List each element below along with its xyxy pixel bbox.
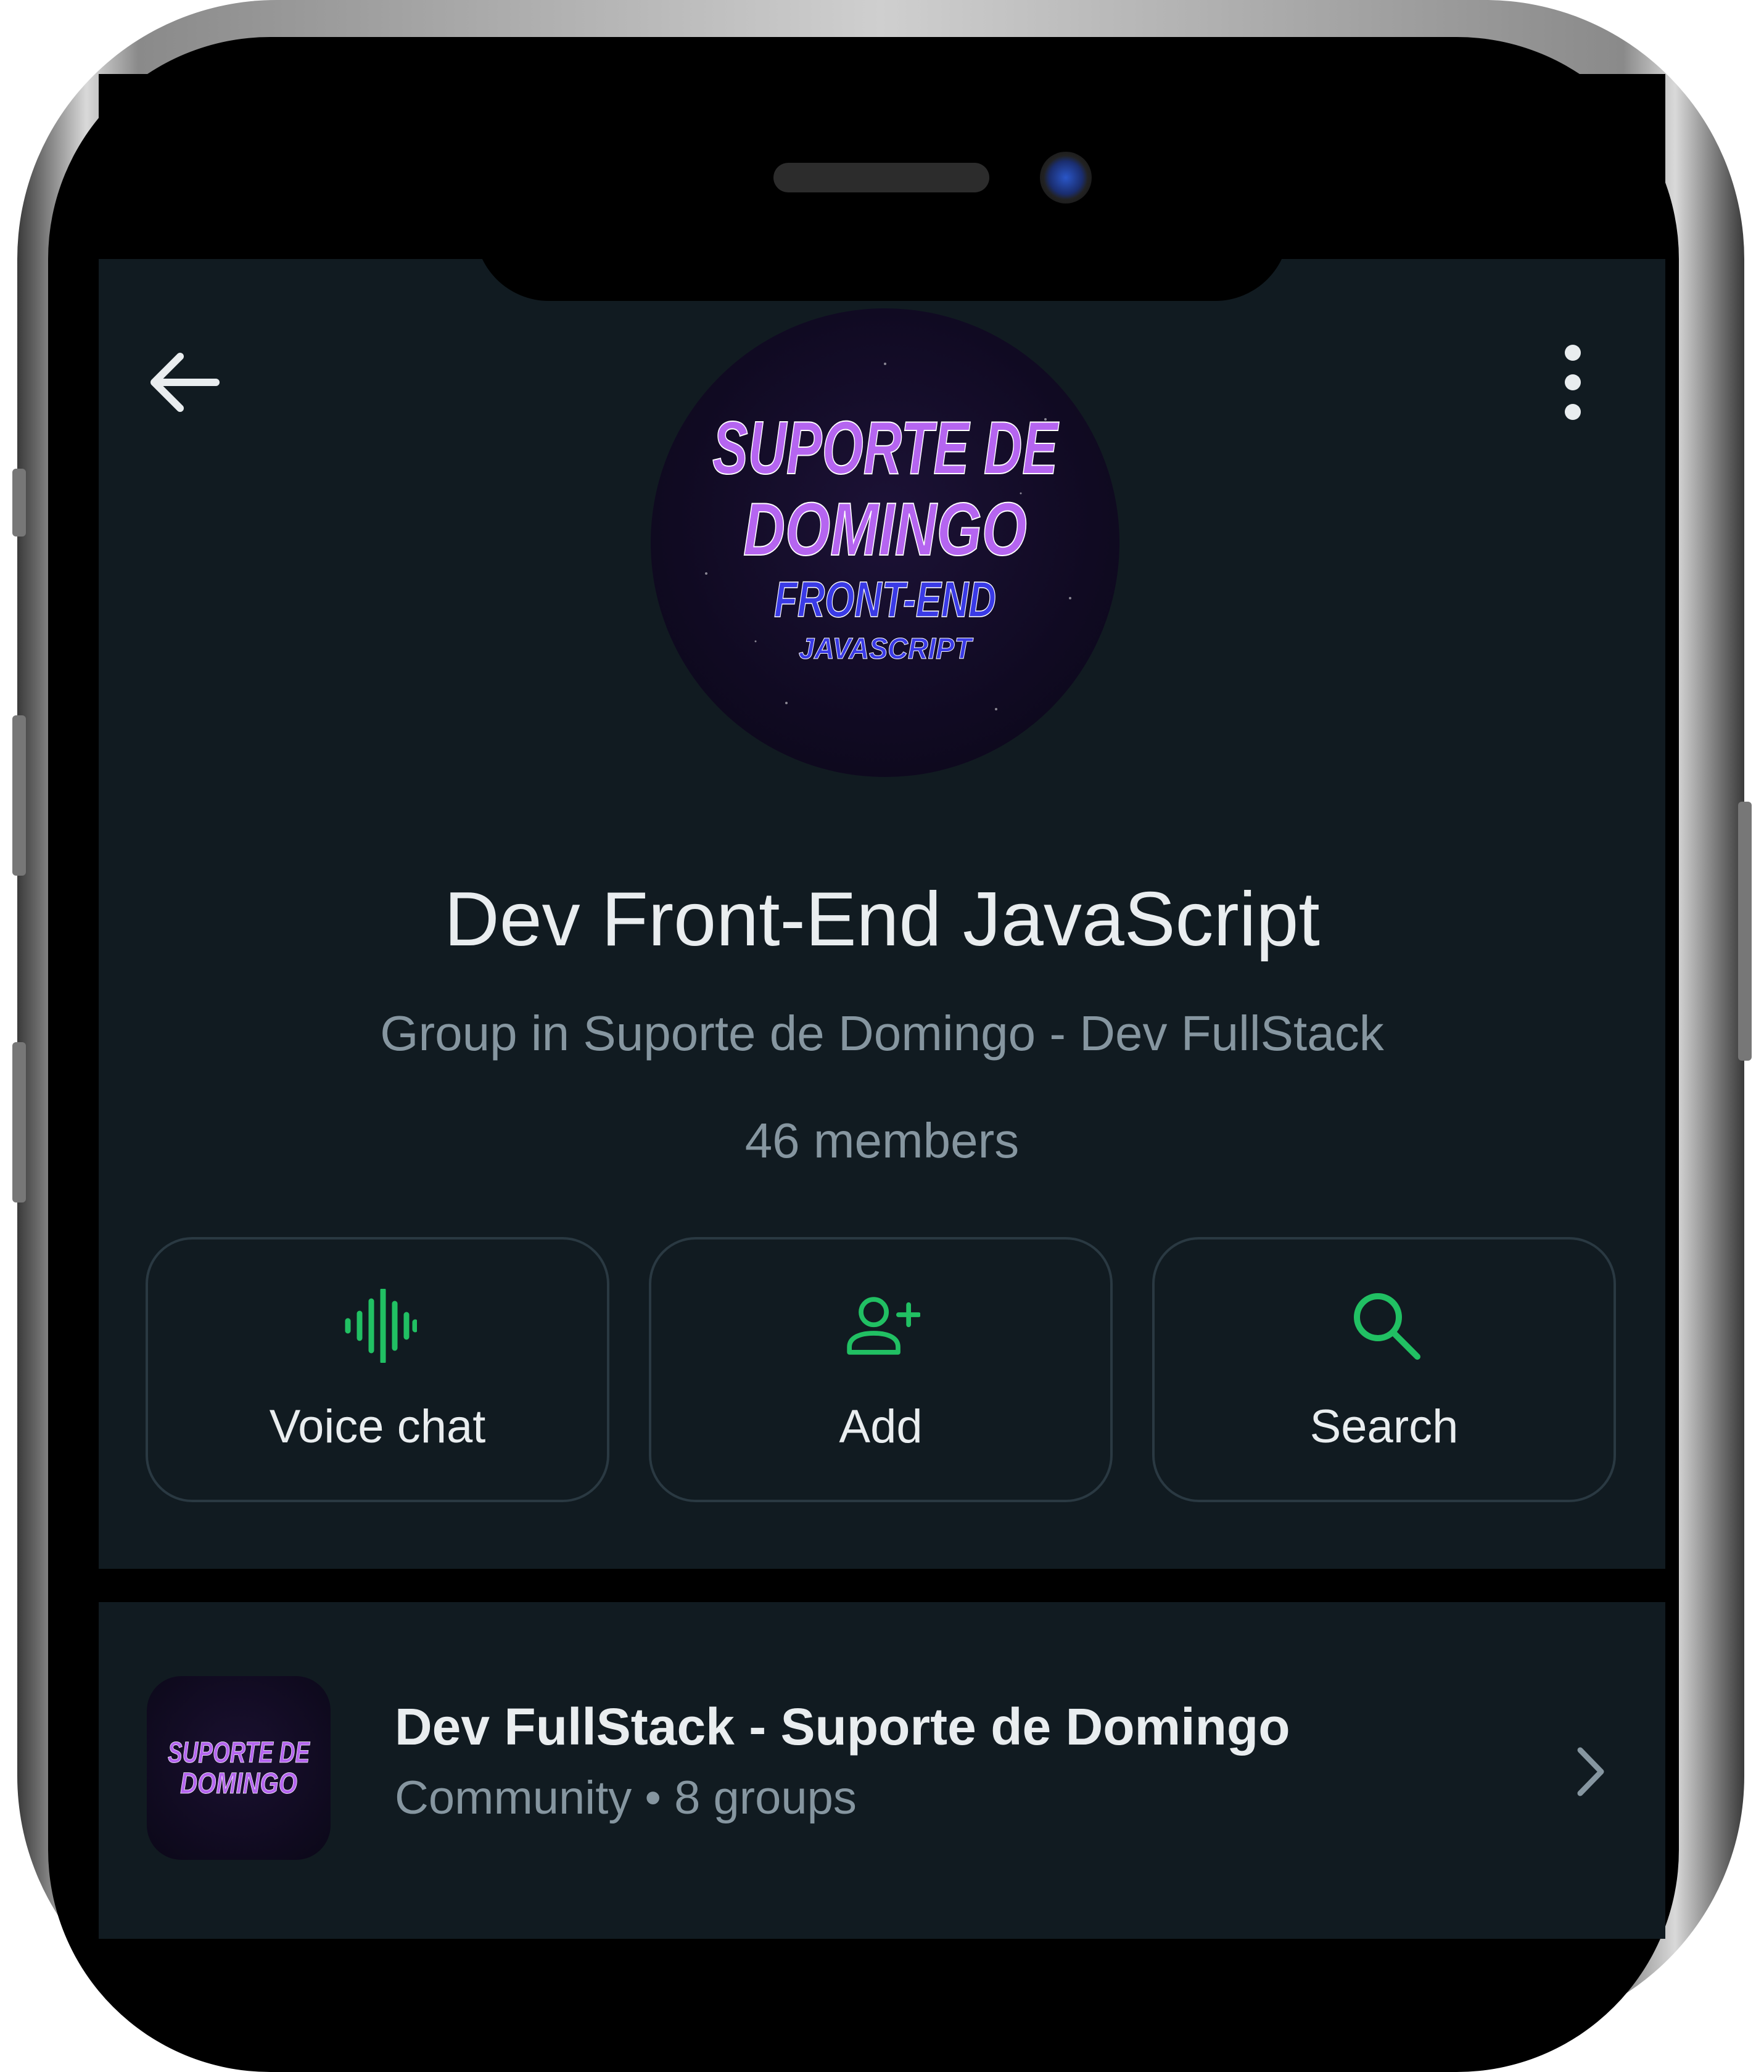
earpiece-speaker [773, 163, 989, 192]
search-icon [1354, 1293, 1420, 1360]
add-member-label: Add [839, 1400, 923, 1453]
side-button-power [1738, 802, 1752, 1061]
group-subtitle[interactable]: Group in Suporte de Domingo - Dev FullSt… [99, 1005, 1665, 1062]
arrow-left-icon [150, 353, 220, 412]
group-avatar[interactable]: SUPORTE DE DOMINGO FRONT-END JAVASCRIPT [651, 308, 1119, 777]
group-title: Dev Front-End JavaScript [444, 877, 1320, 962]
avatar-line-3: FRONT-END [774, 572, 996, 628]
avatar-line-1: SUPORTE DE [712, 406, 1060, 490]
group-info-screen: SUPORTE DE DOMINGO FRONT-END JAVASCRIPT … [99, 259, 1665, 1939]
section-divider [99, 1569, 1665, 1602]
member-count: 46 members [744, 1113, 1020, 1168]
voice-chat-button[interactable]: Voice chat [146, 1237, 609, 1502]
community-avatar: SUPORTE DE DOMINGO [147, 1676, 331, 1860]
add-person-icon [847, 1297, 920, 1355]
avatar-line-4: JAVASCRIPT [799, 633, 973, 665]
community-row[interactable]: SUPORTE DE DOMINGO Dev FullStack - Supor… [99, 1602, 1665, 1861]
voice-chat-label: Voice chat [269, 1400, 486, 1453]
front-camera [1040, 152, 1092, 204]
chevron-right-icon [1577, 1747, 1604, 1796]
search-button[interactable]: Search [1152, 1237, 1616, 1502]
community-meta: Community • 8 groups [395, 1772, 857, 1824]
search-label: Search [1309, 1400, 1459, 1453]
community-avatar-line-1: SUPORTE DE [168, 1737, 310, 1769]
group-avatar-logo: SUPORTE DE DOMINGO FRONT-END JAVASCRIPT [705, 363, 1071, 710]
community-name: Dev FullStack - Suporte de Domingo [395, 1698, 1290, 1756]
side-button-mute [12, 469, 26, 536]
side-button-volume-down [12, 1042, 26, 1202]
more-options-button[interactable] [1536, 333, 1610, 432]
community-avatar-logo: SUPORTE DE DOMINGO [168, 1737, 311, 1801]
side-button-volume-up [12, 715, 26, 876]
avatar-line-2: DOMINGO [743, 487, 1027, 571]
more-vertical-icon [1565, 345, 1581, 420]
community-avatar-line-2: DOMINGO [180, 1767, 297, 1800]
back-button[interactable] [142, 339, 228, 426]
add-member-button[interactable]: Add [649, 1237, 1113, 1502]
voice-wave-icon [345, 1289, 417, 1363]
